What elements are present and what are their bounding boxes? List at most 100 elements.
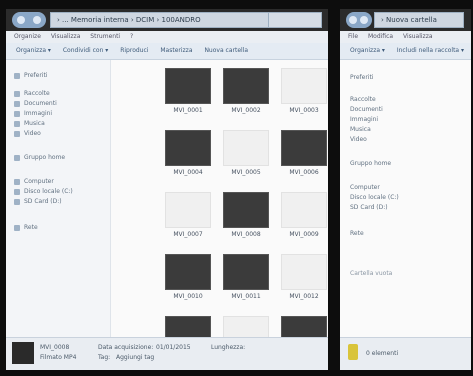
video-icon (14, 130, 20, 137)
file-icon (223, 130, 269, 166)
file-item[interactable]: MVI_0004 (163, 130, 213, 176)
file-label: MVI_0002 (231, 107, 261, 114)
sidebar-item-libraries[interactable]: Raccolte (350, 96, 376, 103)
sidebar-item-favorites[interactable]: Preferiti (350, 74, 374, 81)
file-label: MVI_0011 (231, 293, 261, 300)
details-length-label: Lunghezza: (211, 344, 246, 351)
sidebar-item-images[interactable]: Immagini (14, 110, 52, 117)
toolbar-button[interactable]: Organizza ▾ (16, 47, 51, 54)
file-item[interactable]: MVI_0002 (221, 68, 271, 114)
sd-card-icon (14, 198, 20, 205)
address-text-left: › ... Memoria interna › DCIM › 100ANDRO (57, 16, 201, 24)
file-item[interactable]: MVI_0007 (163, 192, 213, 238)
toolbar-button[interactable]: Includi nella raccolta ▾ (397, 47, 464, 54)
drive-icon (14, 188, 20, 195)
sidebar-item-favorites[interactable]: Preferiti (14, 72, 48, 79)
details-date-value: 01/01/2015 (156, 344, 191, 351)
file-item[interactable]: MVI_0008 (221, 192, 271, 238)
toolbar-button[interactable]: Riproduci (120, 47, 148, 54)
sidebar-item-video[interactable]: Video (350, 136, 367, 143)
homegroup-icon (14, 154, 20, 161)
explorer-window-right: › Nuova cartella File Modifica Visualizz… (334, 0, 473, 376)
file-grid: MVI_0001 MVI_0002 MVI_0003 MVI_0004 MVI_0005… (111, 60, 329, 362)
sidebar-item-computer[interactable]: Computer (350, 184, 380, 191)
address-bar-right[interactable]: › Nuova cartella (374, 12, 464, 28)
navigation-pane-right: Preferiti Raccolte Documenti Immagini Mu… (340, 60, 471, 338)
video-thumbnail (165, 68, 211, 104)
toolbar-button[interactable]: Organizza ▾ (350, 47, 385, 54)
forward-icon[interactable] (360, 16, 368, 24)
back-icon[interactable] (17, 16, 25, 24)
menubar-right: File Modifica Visualizza (340, 31, 471, 43)
titlebar-right: › Nuova cartella (340, 9, 471, 31)
file-label: MVI_0008 (231, 231, 261, 238)
screenshot-frame: › ... Memoria interna › DCIM › 100ANDRO … (0, 0, 473, 376)
details-tags-value[interactable]: Aggiungi tag (116, 354, 154, 361)
menu-item[interactable]: Visualizza (51, 33, 81, 40)
sidebar-item-network[interactable]: Rete (350, 230, 364, 237)
sidebar-item-local-disk[interactable]: Disco locale (C:) (350, 194, 399, 201)
sidebar-item-libraries[interactable]: Raccolte (14, 90, 50, 97)
menu-item[interactable]: File (348, 33, 358, 40)
menu-item[interactable]: Modifica (368, 33, 393, 40)
menu-item[interactable]: Visualizza (403, 33, 433, 40)
file-icon (281, 192, 327, 228)
file-item[interactable]: MVI_0006 (279, 130, 329, 176)
empty-folder-text: Cartella vuota (350, 270, 393, 277)
menu-item[interactable]: Organize (14, 33, 41, 40)
file-item[interactable]: MVI_0010 (163, 254, 213, 300)
address-bar-left[interactable]: › ... Memoria interna › DCIM › 100ANDRO (50, 12, 270, 28)
sidebar-item-music[interactable]: Musica (350, 126, 371, 133)
video-thumbnail (281, 130, 327, 166)
details-name: MVI_0008 (40, 344, 70, 351)
sidebar-item-homegroup[interactable]: Gruppo home (14, 154, 65, 161)
explorer-left-inner: › ... Memoria interna › DCIM › 100ANDRO … (6, 9, 328, 370)
sidebar-item-computer[interactable]: Computer (14, 178, 54, 185)
explorer-window-left: › ... Memoria interna › DCIM › 100ANDRO … (0, 0, 334, 376)
explorer-right-inner: › Nuova cartella File Modifica Visualizz… (340, 9, 471, 370)
sidebar-item-homegroup[interactable]: Gruppo home (350, 160, 391, 167)
file-item[interactable]: MVI_0009 (279, 192, 329, 238)
toolbar-button[interactable]: Masterizza (160, 47, 192, 54)
sidebar-item-video[interactable]: Video (14, 130, 41, 137)
sidebar-item-local-disk[interactable]: Disco locale (C:) (14, 188, 73, 195)
video-thumbnail (223, 254, 269, 290)
file-label: MVI_0003 (289, 107, 319, 114)
address-text-right: › Nuova cartella (381, 16, 437, 24)
forward-icon[interactable] (33, 16, 41, 24)
toolbar-right: Organizza ▾ Includi nella raccolta ▾ (340, 43, 471, 60)
video-thumbnail (223, 68, 269, 104)
folder-icon (348, 344, 358, 360)
nav-buttons-left (12, 12, 46, 28)
video-thumbnail (165, 254, 211, 290)
file-item[interactable]: MVI_0003 (279, 68, 329, 114)
toolbar-button[interactable]: Condividi con ▾ (63, 47, 108, 54)
star-icon (14, 72, 20, 79)
details-thumbnail (12, 342, 34, 364)
file-icon (281, 254, 327, 290)
computer-icon (14, 178, 20, 185)
toolbar-button[interactable]: Nuova cartella (204, 47, 248, 54)
file-label: MVI_0010 (173, 293, 203, 300)
file-item[interactable]: MVI_0012 (279, 254, 329, 300)
details-count: 0 elementi (366, 350, 399, 357)
sidebar-item-network[interactable]: Rete (14, 224, 38, 231)
file-label: MVI_0004 (173, 169, 203, 176)
file-item[interactable]: MVI_0001 (163, 68, 213, 114)
sidebar-item-images[interactable]: Immagini (350, 116, 378, 123)
images-icon (14, 110, 20, 117)
file-item[interactable]: MVI_0011 (221, 254, 271, 300)
sidebar-item-documents[interactable]: Documenti (350, 106, 383, 113)
file-item[interactable]: MVI_0005 (221, 130, 271, 176)
menubar-left: Organize Visualizza Strumenti ? (6, 31, 328, 43)
sidebar-item-sd-card[interactable]: SD Card (D:) (14, 198, 62, 205)
sidebar-item-sd-card[interactable]: SD Card (D:) (350, 204, 388, 211)
details-pane-left: MVI_0008 Filmato MP4 Data acquisizione: … (6, 337, 328, 370)
sidebar-item-documents[interactable]: Documenti (14, 100, 57, 107)
search-box-left[interactable] (268, 12, 322, 28)
sidebar-item-music[interactable]: Musica (14, 120, 45, 127)
menu-item[interactable]: Strumenti (90, 33, 120, 40)
details-date-label: Data acquisizione: (98, 344, 154, 351)
menu-item[interactable]: ? (130, 33, 133, 40)
back-icon[interactable] (349, 16, 357, 24)
